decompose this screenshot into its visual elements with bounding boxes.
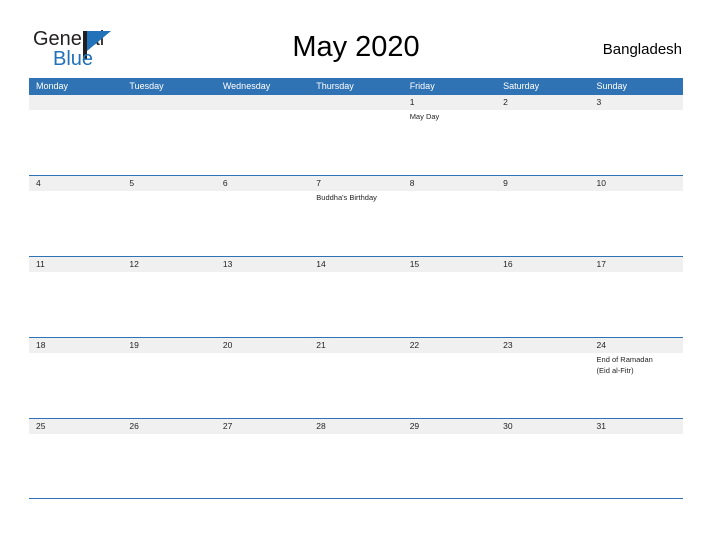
day-event xyxy=(122,353,215,417)
weekday-wednesday: Wednesday xyxy=(222,81,271,91)
day-event xyxy=(590,110,683,174)
week-day-events xyxy=(29,434,683,498)
day-number[interactable]: 10 xyxy=(590,176,683,191)
day-number[interactable] xyxy=(122,95,215,110)
weekday-tuesday: Tuesday xyxy=(129,81,164,91)
week-row: 18 19 20 21 22 23 24 End of Ramadan (Eid… xyxy=(29,337,683,418)
week-day-events xyxy=(29,272,683,336)
week-day-numbers: 18 19 20 21 22 23 24 xyxy=(29,338,683,353)
day-event xyxy=(122,272,215,336)
day-event xyxy=(309,272,402,336)
day-number[interactable]: 3 xyxy=(590,95,683,110)
day-number[interactable]: 22 xyxy=(403,338,496,353)
day-event xyxy=(122,110,215,174)
calendar-grid: Monday Tuesday Wednesday Thursday Friday… xyxy=(29,78,683,499)
day-number[interactable] xyxy=(29,95,122,110)
week-day-numbers: 4 5 6 7 8 9 10 xyxy=(29,176,683,191)
day-number[interactable]: 30 xyxy=(496,419,589,434)
day-event xyxy=(496,110,589,174)
day-event xyxy=(309,110,402,174)
day-event xyxy=(403,191,496,255)
day-number[interactable]: 12 xyxy=(122,257,215,272)
day-event xyxy=(122,191,215,255)
day-number[interactable]: 5 xyxy=(122,176,215,191)
day-number[interactable]: 31 xyxy=(590,419,683,434)
week-day-numbers: 25 26 27 28 29 30 31 xyxy=(29,419,683,434)
day-number[interactable]: 2 xyxy=(496,95,589,110)
day-event xyxy=(29,272,122,336)
day-number[interactable]: 9 xyxy=(496,176,589,191)
day-event xyxy=(309,434,402,498)
day-number[interactable] xyxy=(216,95,309,110)
page-header: General Blue May 2020 Bangladesh xyxy=(0,0,712,78)
day-event xyxy=(590,191,683,255)
weekday-header-row: Monday Tuesday Wednesday Thursday Friday… xyxy=(29,78,683,95)
day-event: Buddha's Birthday xyxy=(316,193,377,202)
day-number[interactable]: 26 xyxy=(122,419,215,434)
weekday-saturday: Saturday xyxy=(503,81,540,91)
weekday-friday: Friday xyxy=(409,81,435,91)
day-event xyxy=(590,272,683,336)
day-number[interactable]: 6 xyxy=(216,176,309,191)
day-event xyxy=(122,434,215,498)
day-event: May Day xyxy=(409,112,440,121)
day-number[interactable]: 24 xyxy=(590,338,683,353)
day-number[interactable]: 23 xyxy=(496,338,589,353)
day-event xyxy=(216,110,309,174)
weekday-thursday: Thursday xyxy=(316,81,354,91)
day-event xyxy=(29,353,122,417)
region-label: Bangladesh xyxy=(602,41,682,58)
day-number[interactable]: 18 xyxy=(29,338,122,353)
day-number[interactable]: 28 xyxy=(309,419,402,434)
week-row: 4 5 6 7 8 9 10 Buddha's Birthday xyxy=(29,175,683,256)
day-number[interactable]: 13 xyxy=(216,257,309,272)
day-event xyxy=(496,353,589,417)
day-event xyxy=(29,434,122,498)
day-number[interactable]: 7 xyxy=(309,176,402,191)
day-event: End of Ramadan (Eid al-Fitr) xyxy=(596,355,653,375)
day-event xyxy=(403,272,496,336)
day-event xyxy=(496,434,589,498)
day-number[interactable]: 19 xyxy=(122,338,215,353)
day-event xyxy=(216,191,309,255)
day-number[interactable]: 25 xyxy=(29,419,122,434)
day-number[interactable]: 29 xyxy=(403,419,496,434)
day-number[interactable]: 11 xyxy=(29,257,122,272)
week-day-events: May Day xyxy=(29,110,683,174)
day-number[interactable]: 27 xyxy=(216,419,309,434)
day-number[interactable]: 17 xyxy=(590,257,683,272)
day-event xyxy=(590,434,683,498)
weekday-monday: Monday xyxy=(36,81,69,91)
day-number[interactable]: 16 xyxy=(496,257,589,272)
day-event xyxy=(216,272,309,336)
day-number[interactable]: 1 xyxy=(403,95,496,110)
day-event xyxy=(29,110,122,174)
day-event xyxy=(29,191,122,255)
day-number[interactable]: 20 xyxy=(216,338,309,353)
day-number[interactable] xyxy=(309,95,402,110)
day-number[interactable]: 21 xyxy=(309,338,402,353)
day-event xyxy=(216,353,309,417)
day-event xyxy=(496,272,589,336)
week-day-numbers: 11 12 13 14 15 16 17 xyxy=(29,257,683,272)
week-day-events: End of Ramadan (Eid al-Fitr) xyxy=(29,353,683,417)
day-number[interactable]: 4 xyxy=(29,176,122,191)
week-day-numbers: 1 2 3 xyxy=(29,95,683,110)
week-row: 1 2 3 May Day xyxy=(29,95,683,175)
week-day-events: Buddha's Birthday xyxy=(29,191,683,255)
day-event xyxy=(216,434,309,498)
week-row: 25 26 27 28 29 30 31 xyxy=(29,418,683,499)
day-number[interactable]: 14 xyxy=(309,257,402,272)
day-number[interactable]: 15 xyxy=(403,257,496,272)
day-event xyxy=(496,191,589,255)
day-number[interactable]: 8 xyxy=(403,176,496,191)
day-event xyxy=(403,353,496,417)
day-event xyxy=(309,353,402,417)
week-row: 11 12 13 14 15 16 17 xyxy=(29,256,683,337)
weekday-sunday: Sunday xyxy=(596,81,628,91)
day-event xyxy=(403,434,496,498)
